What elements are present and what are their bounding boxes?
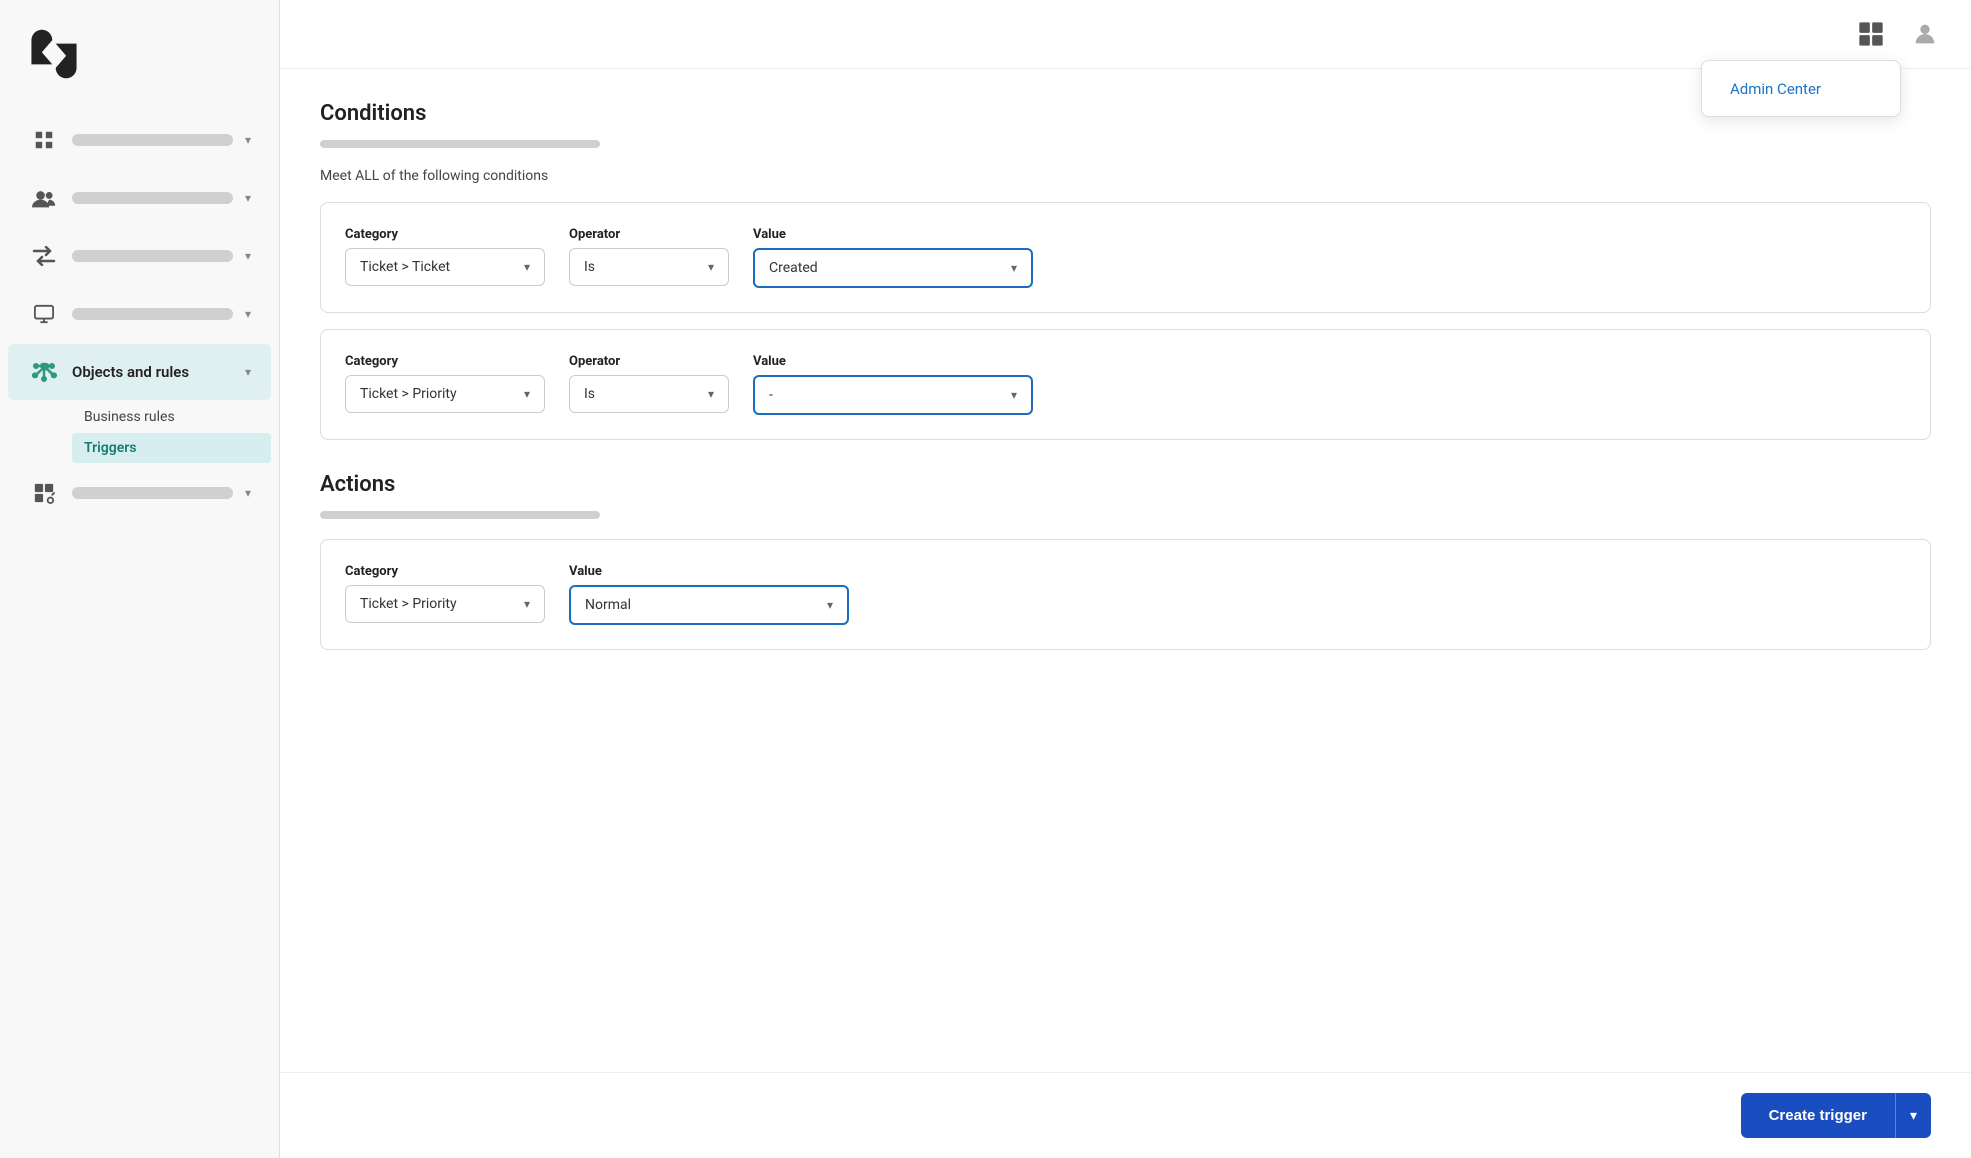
condition-row-2-fields: Category Ticket > Priority ▾ Operator Is… <box>345 354 1906 415</box>
condition-2-value-group: Value - ▾ <box>753 354 1033 415</box>
category-label-1: Category <box>345 227 545 242</box>
nav-label-bar <box>72 308 233 320</box>
condition-2-operator-group: Operator Is ▾ <box>569 354 729 413</box>
marketplace-icon <box>28 477 60 509</box>
logo-area <box>0 0 279 100</box>
condition-1-value-select[interactable]: Created ▾ <box>753 248 1033 288</box>
conditions-description: Meet ALL of the following conditions <box>320 168 1931 184</box>
conditions-title: Conditions <box>320 101 1931 126</box>
action-row-1-fields: Category Ticket > Priority ▾ Value Norma… <box>345 564 1906 625</box>
condition-2-operator-value: Is <box>584 386 595 402</box>
action-1-value-select[interactable]: Normal ▾ <box>569 585 849 625</box>
routing-icon <box>28 240 60 272</box>
create-trigger-button[interactable]: Create trigger <box>1741 1093 1895 1138</box>
nav-label-bar <box>72 192 233 204</box>
category-label-2: Category <box>345 354 545 369</box>
main-content: Admin Center Conditions Meet ALL of the … <box>280 0 1971 1158</box>
bottom-bar: Create trigger ▾ <box>280 1072 1971 1158</box>
action-1-category-group: Category Ticket > Priority ▾ <box>345 564 545 623</box>
actions-section: Actions Category Ticket > Priority ▾ Val… <box>320 472 1931 650</box>
condition-1-operator-group: Operator Is ▾ <box>569 227 729 286</box>
action-1-category-select[interactable]: Ticket > Priority ▾ <box>345 585 545 623</box>
chevron-down-icon: ▾ <box>1011 261 1017 275</box>
condition-1-operator-value: Is <box>584 259 595 275</box>
value-label-2: Value <box>753 354 1033 369</box>
people-icon <box>28 182 60 214</box>
sidebar-item-objects-rules[interactable]: Objects and rules ▾ <box>8 344 271 400</box>
condition-row-2: Category Ticket > Priority ▾ Operator Is… <box>320 329 1931 440</box>
chevron-down-icon: ▾ <box>245 486 251 500</box>
sidebar-item-people[interactable]: ▾ <box>8 170 271 226</box>
actions-title: Actions <box>320 472 1931 497</box>
condition-2-category-group: Category Ticket > Priority ▾ <box>345 354 545 413</box>
chevron-down-icon: ▾ <box>245 191 251 205</box>
user-avatar-icon[interactable] <box>1907 16 1943 52</box>
condition-2-operator-select[interactable]: Is ▾ <box>569 375 729 413</box>
sidebar: ▾ ▾ ▾ ▾ <box>0 0 280 1158</box>
chevron-down-icon: ▾ <box>1011 388 1017 402</box>
condition-2-category-select[interactable]: Ticket > Priority ▾ <box>345 375 545 413</box>
grid-icon[interactable] <box>1853 16 1889 52</box>
chevron-down-icon: ▾ <box>524 260 530 274</box>
topbar: Admin Center <box>280 0 1971 69</box>
operator-label-2: Operator <box>569 354 729 369</box>
chevron-down-icon: ▾ <box>245 133 251 147</box>
nav-label-bar <box>72 134 233 146</box>
action-1-value-group: Value Normal ▾ <box>569 564 849 625</box>
action-category-label: Category <box>345 564 545 579</box>
value-label-1: Value <box>753 227 1033 242</box>
sidebar-item-routing[interactable]: ▾ <box>8 228 271 284</box>
condition-1-category-value: Ticket > Ticket <box>360 259 450 275</box>
condition-1-value-group: Value Created ▾ <box>753 227 1033 288</box>
action-1-value-value: Normal <box>585 597 631 613</box>
condition-2-value-value: - <box>769 387 773 403</box>
sidebar-nav: ▾ ▾ ▾ ▾ <box>0 100 279 1158</box>
topbar-icons <box>1853 16 1943 52</box>
condition-1-operator-select[interactable]: Is ▾ <box>569 248 729 286</box>
operator-label-1: Operator <box>569 227 729 242</box>
condition-row-1-fields: Category Ticket > Ticket ▾ Operator Is ▾ <box>345 227 1906 288</box>
condition-2-category-value: Ticket > Priority <box>360 386 457 402</box>
objects-rules-icon <box>28 356 60 388</box>
chevron-down-icon: ▾ <box>245 307 251 321</box>
chevron-down-icon: ▾ <box>827 598 833 612</box>
condition-2-value-select[interactable]: - ▾ <box>753 375 1033 415</box>
building-icon <box>28 124 60 156</box>
subnav-item-triggers[interactable]: Triggers <box>72 433 271 463</box>
conditions-section: Conditions Meet ALL of the following con… <box>320 101 1931 440</box>
sidebar-item-workspace[interactable]: ▾ <box>8 286 271 342</box>
create-trigger-dropdown-button[interactable]: ▾ <box>1895 1093 1931 1138</box>
zendesk-logo <box>28 28 80 80</box>
admin-center-link[interactable]: Admin Center <box>1730 80 1821 98</box>
objects-rules-subnav: Business rules Triggers <box>8 402 271 463</box>
sidebar-item-label: Objects and rules <box>72 363 233 381</box>
chevron-down-icon: ▾ <box>245 365 251 379</box>
nav-label-bar <box>72 487 233 499</box>
subnav-item-business-rules[interactable]: Business rules <box>72 402 271 432</box>
chevron-down-icon: ▾ <box>708 387 714 401</box>
actions-bar <box>320 511 600 519</box>
action-value-label: Value <box>569 564 849 579</box>
chevron-down-icon: ▾ <box>708 260 714 274</box>
page-content: Conditions Meet ALL of the following con… <box>280 69 1971 1072</box>
sidebar-item-marketplace[interactable]: ▾ <box>8 465 271 521</box>
chevron-down-icon: ▾ <box>524 387 530 401</box>
action-1-category-value: Ticket > Priority <box>360 596 457 612</box>
chevron-down-icon: ▾ <box>524 597 530 611</box>
nav-label-bar <box>72 250 233 262</box>
condition-1-category-select[interactable]: Ticket > Ticket ▾ <box>345 248 545 286</box>
monitor-icon <box>28 298 60 330</box>
condition-1-value-value: Created <box>769 260 818 276</box>
condition-1-category-group: Category Ticket > Ticket ▾ <box>345 227 545 286</box>
sidebar-item-organization[interactable]: ▾ <box>8 112 271 168</box>
conditions-bar <box>320 140 600 148</box>
admin-center-dropdown: Admin Center <box>1701 60 1901 117</box>
action-row-1: Category Ticket > Priority ▾ Value Norma… <box>320 539 1931 650</box>
chevron-down-icon: ▾ <box>245 249 251 263</box>
condition-row-1: Category Ticket > Ticket ▾ Operator Is ▾ <box>320 202 1931 313</box>
